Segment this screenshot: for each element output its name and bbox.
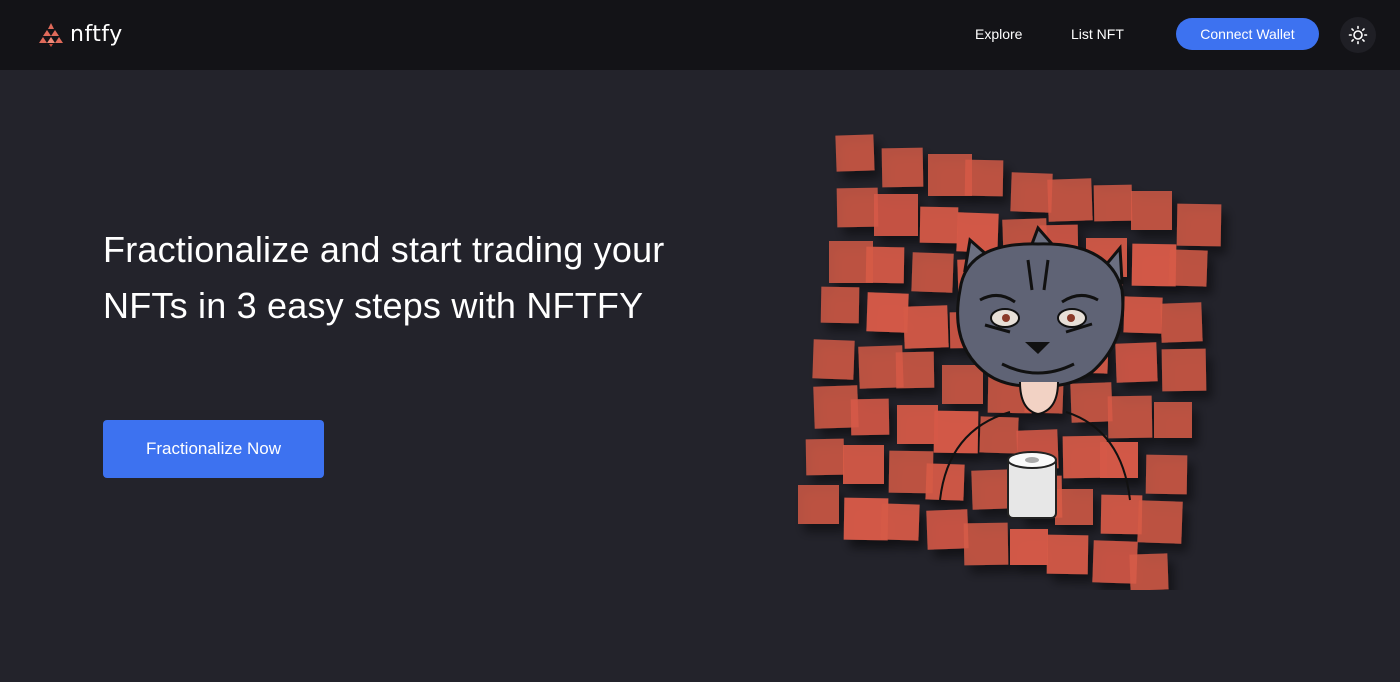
top-navigation-bar: nftfy Explore List NFT Connect Wallet — [0, 0, 1400, 70]
art-tile — [881, 147, 924, 188]
art-tile — [1047, 178, 1093, 222]
art-tile — [1046, 534, 1089, 575]
art-tile — [812, 339, 855, 380]
art-tile — [820, 286, 860, 324]
nav-explore-link[interactable]: Explore — [975, 22, 1022, 46]
art-tile — [1010, 172, 1053, 213]
hero-title: Fractionalize and start trading your NFT… — [103, 229, 665, 326]
art-tile — [850, 398, 890, 436]
art-tile — [880, 503, 920, 541]
connect-wallet-button[interactable]: Connect Wallet — [1176, 18, 1319, 50]
art-tile — [925, 463, 965, 501]
art-tile — [1168, 249, 1208, 287]
art-tile — [1160, 302, 1203, 343]
art-tile — [835, 134, 875, 172]
art-tile — [1161, 348, 1207, 392]
art-tile — [1100, 494, 1143, 535]
art-tile — [843, 445, 884, 484]
art-tile — [1107, 395, 1153, 439]
art-tile — [919, 206, 959, 244]
art-tile — [866, 292, 909, 333]
art-tile — [926, 509, 969, 550]
nftfy-logo-icon — [39, 23, 63, 47]
art-tile — [1093, 184, 1133, 222]
art-tile — [1145, 454, 1188, 495]
logo-text: nftfy — [70, 22, 123, 47]
art-tile — [964, 159, 1004, 197]
art-tile — [897, 405, 938, 444]
logo[interactable]: nftfy — [38, 18, 123, 52]
art-tile — [1176, 203, 1222, 247]
art-tile — [798, 485, 839, 524]
fractionalize-now-button[interactable]: Fractionalize Now — [103, 420, 324, 478]
art-tile — [1154, 402, 1192, 438]
sun-icon — [1348, 25, 1368, 45]
art-tile — [1137, 500, 1183, 544]
art-tile — [1055, 489, 1093, 525]
art-tile — [942, 365, 983, 404]
theme-toggle-button[interactable] — [1340, 17, 1376, 53]
art-tile — [1115, 342, 1158, 383]
art-tile — [805, 438, 845, 476]
art-tile — [1123, 296, 1163, 334]
art-tile — [963, 522, 1009, 566]
nav-list-nft-link[interactable]: List NFT — [1071, 22, 1124, 46]
art-tile — [865, 246, 905, 284]
art-tile — [895, 351, 935, 389]
art-tile — [874, 194, 918, 236]
fractionalized-nft-illustration — [798, 134, 1222, 590]
art-tile — [903, 305, 949, 349]
art-tile — [1131, 191, 1172, 230]
art-tile — [836, 187, 879, 228]
art-tile — [1010, 529, 1048, 565]
art-tile — [911, 252, 954, 293]
art-tile — [1129, 553, 1169, 590]
